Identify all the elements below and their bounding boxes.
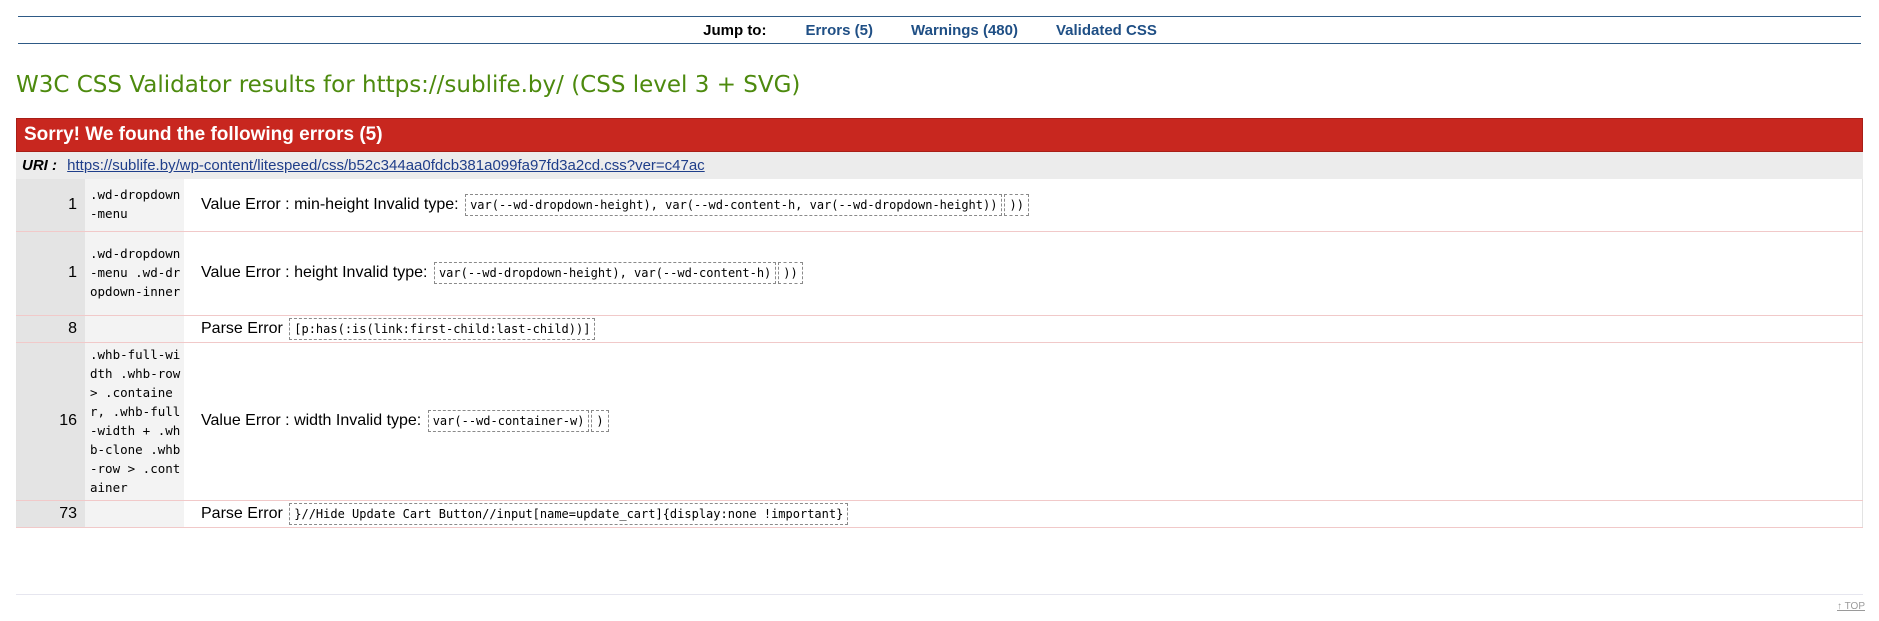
error-message: Parse Error [201, 504, 283, 522]
error-code: }//Hide Update Cart Button//input[name=u… [289, 502, 849, 525]
error-message-cell: Value Error : min-height Invalid type: v… [184, 179, 1863, 231]
error-code: )) [1004, 193, 1029, 216]
jump-link-errors[interactable]: Errors (5) [805, 22, 873, 39]
error-context: .wd-dropdown-menu [85, 179, 184, 231]
bottom-divider [16, 594, 1863, 595]
page-title: W3C CSS Validator results for https://su… [16, 72, 801, 98]
table-row: 1 .wd-dropdown-menu Value Error : min-he… [16, 179, 1863, 231]
error-code: [p:has(:is(link:first-child:last-child))… [289, 317, 596, 340]
line-number: 73 [16, 500, 85, 527]
table-row: 73 Parse Error }//Hide Update Cart Butto… [16, 500, 1863, 527]
error-context [85, 315, 184, 342]
uri-label: URI : [22, 157, 57, 174]
error-code: var(--wd-dropdown-height), var(--wd-cont… [465, 193, 1003, 216]
error-message: Parse Error [201, 319, 283, 337]
errors-header: Sorry! We found the following errors (5) [16, 118, 1863, 152]
error-message-cell: Value Error : width Invalid type: var(--… [184, 342, 1863, 500]
error-context: .wd-dropdown-menu .wd-dropdown-inner [85, 231, 184, 315]
line-number: 1 [16, 231, 85, 315]
jump-to-nav: Jump to: Errors (5) Warnings (480) Valid… [18, 16, 1861, 44]
error-message: Value Error : width Invalid type: [201, 412, 422, 430]
errors-table: 1 .wd-dropdown-menu Value Error : min-he… [16, 179, 1863, 528]
error-context: .whb-full-width .whb-row > .container, .… [85, 342, 184, 500]
validator-page: Jump to: Errors (5) Warnings (480) Valid… [0, 0, 1879, 621]
error-message-cell: Parse Error [p:has(:is(link:first-child:… [184, 315, 1863, 342]
error-code: var(--wd-dropdown-height), var(--wd-cont… [433, 262, 777, 284]
uri-row: URI : https://sublife.by/wp-content/lite… [16, 152, 1863, 179]
error-message-cell: Value Error : height Invalid type: var(-… [184, 231, 1863, 315]
error-code: )) [778, 262, 803, 284]
line-number: 1 [16, 179, 85, 231]
table-row: 16 .whb-full-width .whb-row > .container… [16, 342, 1863, 500]
error-context [85, 500, 184, 527]
error-code: var(--wd-container-w) [427, 410, 590, 432]
table-row: 8 Parse Error [p:has(:is(link:first-chil… [16, 315, 1863, 342]
errors-section: Sorry! We found the following errors (5)… [16, 118, 1863, 528]
error-message: Value Error : min-height Invalid type: [201, 195, 459, 213]
error-message-cell: Parse Error }//Hide Update Cart Button//… [184, 500, 1863, 527]
error-message: Value Error : height Invalid type: [201, 264, 428, 282]
table-row: 1 .wd-dropdown-menu .wd-dropdown-inner V… [16, 231, 1863, 315]
back-to-top-link[interactable]: ↑ TOP [1837, 601, 1865, 612]
jump-link-warnings[interactable]: Warnings (480) [911, 22, 1018, 39]
line-number: 16 [16, 342, 85, 500]
line-number: 8 [16, 315, 85, 342]
jump-link-validated-css[interactable]: Validated CSS [1056, 22, 1157, 39]
jump-to-label: Jump to: [703, 21, 767, 39]
uri-link[interactable]: https://sublife.by/wp-content/litespeed/… [67, 157, 705, 174]
error-code: ) [591, 410, 609, 432]
